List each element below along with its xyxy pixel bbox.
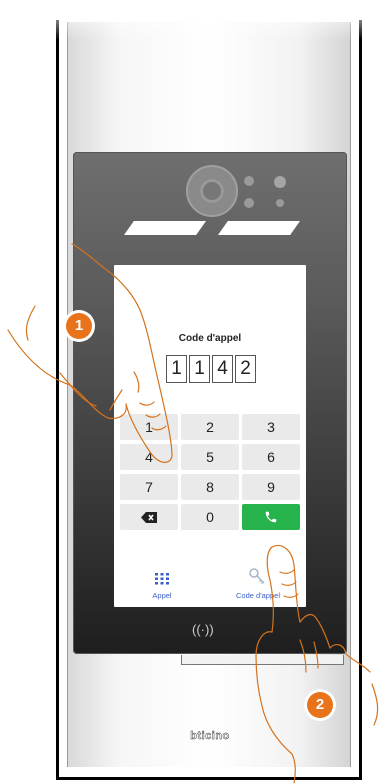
backspace-icon bbox=[141, 511, 157, 523]
key-3[interactable]: 3 bbox=[242, 414, 300, 440]
bottom-tab-bar: Appel Code d'appel bbox=[114, 563, 306, 607]
code-digit: 1 bbox=[166, 355, 187, 383]
code-display: 1 1 4 2 bbox=[166, 355, 256, 383]
key-icon bbox=[249, 568, 265, 585]
call-button[interactable] bbox=[242, 504, 300, 530]
screen-title: Code d'appel bbox=[178, 333, 242, 344]
grid-icon bbox=[155, 573, 169, 585]
phone-icon bbox=[265, 511, 277, 523]
sensor-dot bbox=[244, 176, 254, 186]
code-digit: 1 bbox=[189, 355, 210, 383]
code-digit: 4 bbox=[212, 355, 233, 383]
key-4[interactable]: 4 bbox=[120, 444, 178, 470]
key-2[interactable]: 2 bbox=[181, 414, 239, 440]
speaker-dot bbox=[274, 176, 286, 188]
sensor-dot bbox=[244, 198, 254, 208]
key-8[interactable]: 8 bbox=[181, 474, 239, 500]
sensor-dot bbox=[276, 199, 284, 207]
key-6[interactable]: 6 bbox=[242, 444, 300, 470]
nfc-reader-icon: ((·)) bbox=[192, 622, 214, 637]
backspace-button[interactable] bbox=[120, 504, 178, 530]
tab-label: Code d'appel bbox=[236, 591, 280, 600]
keypad: 1 2 3 4 5 6 7 8 9 0 bbox=[120, 414, 300, 530]
light-strip-left bbox=[124, 221, 206, 235]
tab-label: Appel bbox=[152, 591, 172, 600]
camera-lens-icon bbox=[186, 165, 238, 217]
key-9[interactable]: 9 bbox=[242, 474, 300, 500]
tab-code-appel[interactable]: Code d'appel bbox=[210, 563, 306, 607]
camera-lens-inner bbox=[200, 179, 224, 203]
key-1[interactable]: 1 bbox=[120, 414, 178, 440]
key-0[interactable]: 0 bbox=[181, 504, 239, 530]
device-lower-edge bbox=[181, 655, 344, 665]
step-marker-2: 2 bbox=[307, 692, 333, 718]
key-5[interactable]: 5 bbox=[181, 444, 239, 470]
key-7[interactable]: 7 bbox=[120, 474, 178, 500]
frame-fade bbox=[56, 0, 362, 40]
light-strip-right bbox=[218, 221, 300, 235]
tab-appel[interactable]: Appel bbox=[114, 563, 210, 607]
code-digit: 2 bbox=[235, 355, 256, 383]
brand-logo: bticino bbox=[190, 730, 230, 742]
step-marker-1: 1 bbox=[66, 313, 92, 339]
touch-screen: Code d'appel 1 1 4 2 1 2 3 4 5 6 7 8 9 0 bbox=[114, 265, 306, 607]
